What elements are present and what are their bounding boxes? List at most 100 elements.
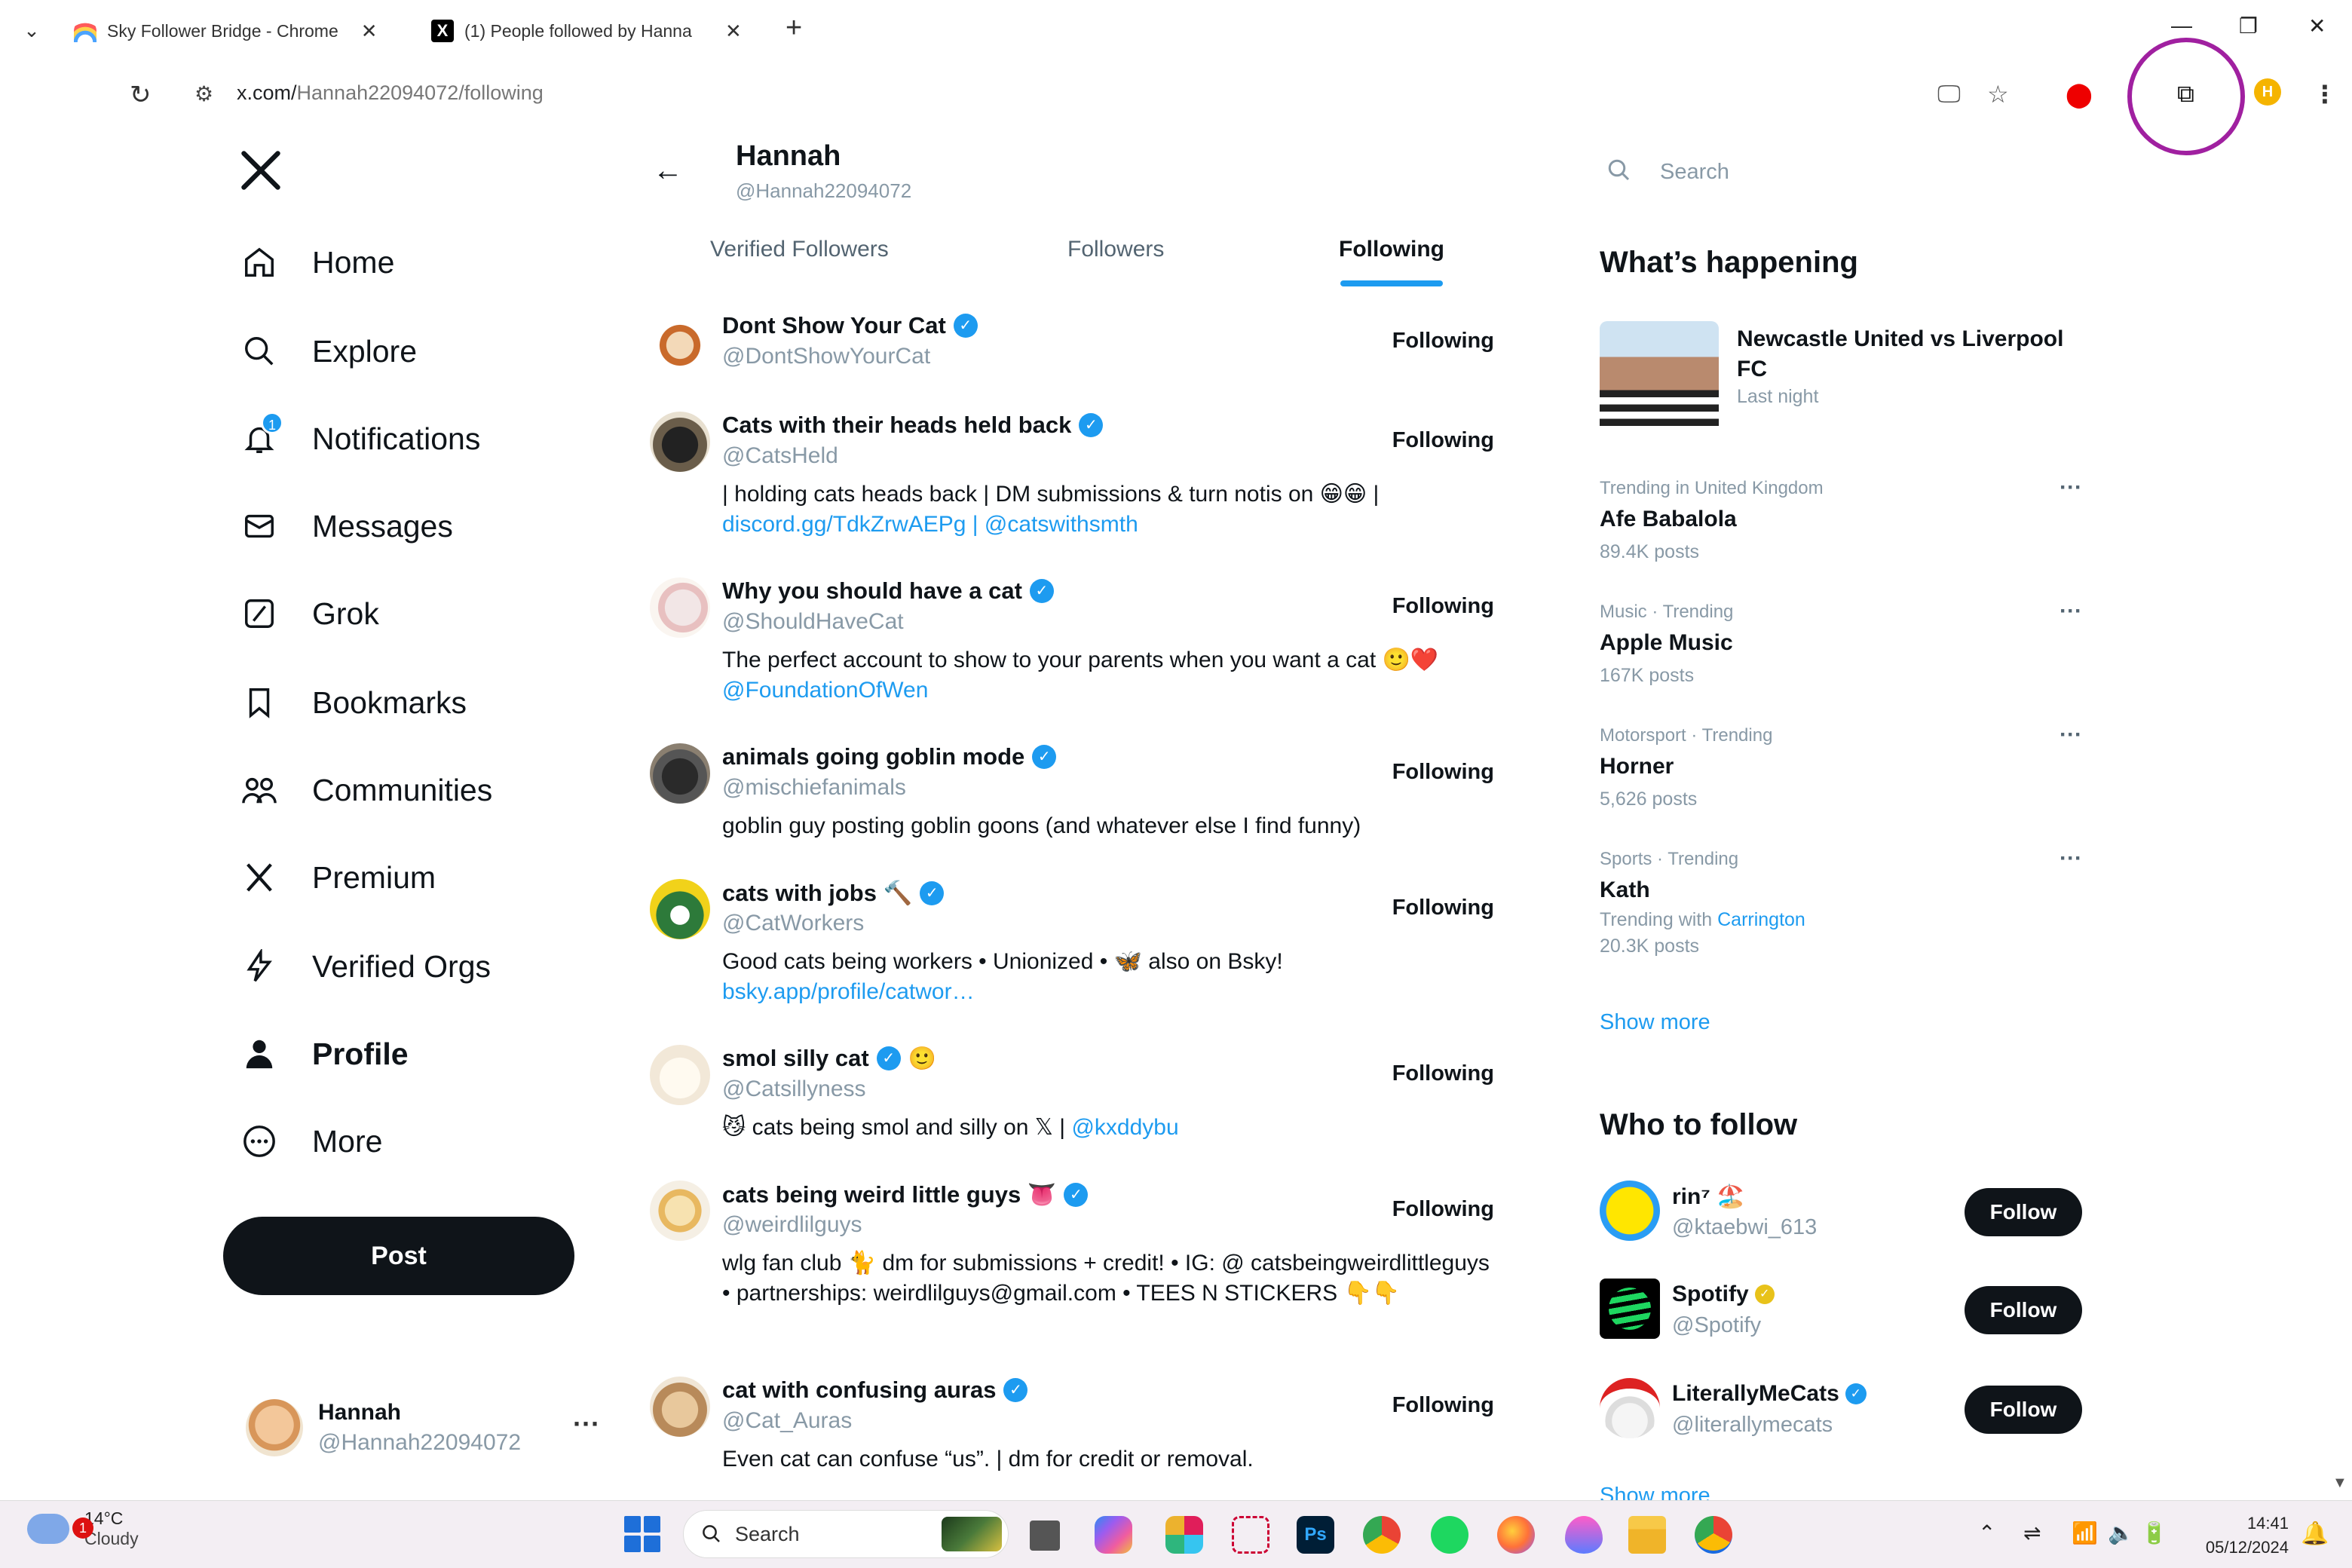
x-logo-icon[interactable] (238, 148, 283, 193)
following-button[interactable]: Following (1392, 329, 1494, 354)
battery-icon[interactable]: 🔋 (2141, 1521, 2167, 1545)
search-input[interactable]: Search (1660, 160, 1729, 185)
nav-communities[interactable]: Communities (240, 766, 492, 814)
task-view-icon[interactable] (1030, 1521, 1060, 1551)
tab-sky-follower-bridge[interactable]: Sky Follower Bridge - Chrome ✕ (74, 11, 378, 51)
chrome-menu-icon[interactable]: ⋮ (2313, 80, 2337, 109)
notification-count-badge: 1 (261, 412, 283, 434)
arc-browser-icon[interactable] (1565, 1516, 1603, 1554)
clock[interactable]: 14:41 05/12/2024 (2201, 1511, 2289, 1560)
weather-widget[interactable]: 1 14°C Cloudy (27, 1508, 139, 1549)
close-window-icon[interactable]: ✕ (2308, 14, 2326, 38)
trending-with-link[interactable]: Carrington (1717, 909, 1805, 930)
firefox-icon[interactable] (1497, 1516, 1535, 1554)
volume-icon[interactable]: 🔈 (2108, 1521, 2134, 1545)
post-button[interactable]: Post (223, 1217, 574, 1295)
reload-icon[interactable]: ↻ (130, 80, 152, 110)
taskbar-search[interactable]: Search (683, 1510, 1009, 1558)
news-item[interactable]: Newcastle United vs Liverpool FC Last ni… (1600, 321, 2082, 442)
list-item[interactable]: cat with confusing auras ✓ @Cat_Auras Eve… (650, 1377, 1494, 1490)
snipping-tool-icon[interactable] (1232, 1516, 1269, 1554)
close-tab-icon[interactable]: ✕ (725, 20, 742, 43)
chevron-up-icon[interactable]: ⌃ (1978, 1521, 1995, 1545)
tab-following[interactable]: Following (1339, 237, 1444, 262)
who-to-follow-item[interactable]: rin⁷ 🏖️ @ktaebwi_613 Follow (1600, 1181, 2082, 1248)
nav-premium[interactable]: Premium (240, 853, 436, 902)
tab-x-following[interactable]: X (1) People followed by Hanna ✕ (431, 11, 742, 51)
more-options-icon[interactable]: ··· (2060, 722, 2082, 748)
nav-more[interactable]: More (240, 1117, 382, 1165)
file-explorer-icon[interactable] (1628, 1516, 1666, 1554)
nav-grok[interactable]: Grok (240, 590, 379, 638)
following-button[interactable]: Following (1392, 1197, 1494, 1222)
nav-bookmarks[interactable]: Bookmarks (240, 678, 467, 727)
who-to-follow-item[interactable]: LiterallyMeCats ✓ @literallymecats Follow (1600, 1378, 2082, 1446)
tab-followers[interactable]: Followers (1067, 237, 1164, 262)
list-item[interactable]: animals going goblin mode ✓ @mischiefanim… (650, 743, 1494, 856)
bio-links[interactable]: discord.gg/TdkZrwAEPg | @catswithsmth (722, 510, 1499, 540)
list-item[interactable]: smol silly cat ✓ 🙂 @Catsillyness 😼 cats be… (650, 1045, 1494, 1158)
url-field[interactable]: x.com/Hannah22094072/following (237, 81, 544, 105)
following-button[interactable]: Following (1392, 760, 1494, 785)
settings-sliders-icon[interactable]: ⇌ (2023, 1521, 2041, 1545)
opera-extension-icon[interactable]: ⬤ (2066, 80, 2093, 109)
bookmark-star-icon[interactable]: ☆ (1987, 80, 2009, 109)
list-item[interactable]: cats being weird little guys 👅 ✓ @weirdli… (650, 1181, 1494, 1354)
bio-links[interactable]: bsky.app/profile/catwor… (722, 977, 1499, 1007)
windows-start-icon[interactable] (624, 1516, 660, 1552)
user-name: Why you should have a cat (722, 577, 1022, 604)
following-button[interactable]: Following (1392, 428, 1494, 453)
copilot-icon[interactable] (1095, 1516, 1132, 1554)
tab-verified-followers[interactable]: Verified Followers (710, 237, 889, 262)
show-more-link[interactable]: Show more (1600, 1484, 1710, 1500)
trend-item[interactable]: Trending in United Kingdom Afe Babalola … (1600, 475, 2082, 563)
list-item[interactable]: Cats with their heads held back ✓ @CatsHe… (650, 412, 1494, 555)
who-to-follow-item[interactable]: Spotify ✓ @Spotify Follow (1600, 1279, 2082, 1346)
trend-item[interactable]: Music · Trending Apple Music 167K posts … (1600, 599, 2082, 687)
trend-title: Afe Babalola (1600, 507, 1737, 531)
following-button[interactable]: Following (1392, 1061, 1494, 1086)
scroll-down-arrow-icon[interactable]: ▼ (2332, 1475, 2347, 1492)
list-item[interactable]: Why you should have a cat ✓ @ShouldHaveCa… (650, 577, 1494, 721)
nav-messages[interactable]: Messages (240, 502, 453, 550)
install-app-icon[interactable]: 🖵 (1937, 80, 1961, 109)
slack-icon[interactable] (1165, 1516, 1203, 1554)
more-options-icon[interactable]: ··· (2060, 846, 2082, 871)
more-options-icon[interactable]: ··· (573, 1408, 600, 1440)
follow-button[interactable]: Follow (1965, 1386, 2082, 1434)
nav-verified-orgs[interactable]: Verified Orgs (240, 942, 491, 991)
browser-profile-avatar[interactable]: H (2254, 78, 2281, 106)
follow-button[interactable]: Follow (1965, 1188, 2082, 1236)
show-more-link[interactable]: Show more (1600, 1010, 1710, 1035)
list-item[interactable]: cats with jobs 🔨 ✓ @CatWorkers Good cats … (650, 879, 1494, 1022)
restore-icon[interactable]: ❐ (2239, 14, 2258, 38)
wifi-icon[interactable]: 📶 (2072, 1521, 2098, 1545)
following-button[interactable]: Following (1392, 1393, 1494, 1418)
list-item[interactable]: Dont Show Your Cat ✓ @DontShowYourCat Fol… (650, 312, 1494, 387)
nav-home[interactable]: Home (240, 238, 394, 286)
following-button[interactable]: Following (1392, 594, 1494, 619)
nav-explore[interactable]: Explore (240, 327, 417, 375)
minimize-icon[interactable]: — (2171, 14, 2192, 38)
photoshop-icon[interactable]: Ps (1297, 1516, 1334, 1554)
site-info-icon[interactable]: ⚙ (194, 81, 213, 106)
chrome-icon[interactable] (1363, 1516, 1401, 1554)
close-tab-icon[interactable]: ✕ (361, 20, 378, 43)
following-button[interactable]: Following (1392, 896, 1494, 920)
follow-button[interactable]: Follow (1965, 1286, 2082, 1334)
account-switcher[interactable]: Hannah @Hannah22094072 ··· (246, 1390, 600, 1465)
back-arrow-icon[interactable]: ← (653, 154, 683, 188)
new-tab-button[interactable]: + (786, 12, 802, 44)
more-options-icon[interactable]: ··· (2060, 599, 2082, 624)
bio-links[interactable]: @kxddybu (1071, 1115, 1178, 1140)
trend-item[interactable]: Motorsport · Trending Horner 5,626 posts… (1600, 722, 2082, 810)
chrome-profile-icon[interactable] (1695, 1516, 1732, 1554)
trend-item[interactable]: Sports · Trending Kath Trending with Car… (1600, 846, 2082, 957)
bio-links[interactable]: @FoundationOfWen (722, 675, 1499, 706)
notification-bell-icon[interactable]: 🔔 (2301, 1521, 2329, 1547)
tab-search-dropdown-icon[interactable]: ⌄ (17, 15, 47, 45)
nav-profile[interactable]: Profile (240, 1030, 409, 1078)
more-options-icon[interactable]: ··· (2060, 475, 2082, 501)
spotify-icon[interactable] (1431, 1516, 1468, 1554)
trend-category: Music · Trending (1600, 602, 1734, 622)
